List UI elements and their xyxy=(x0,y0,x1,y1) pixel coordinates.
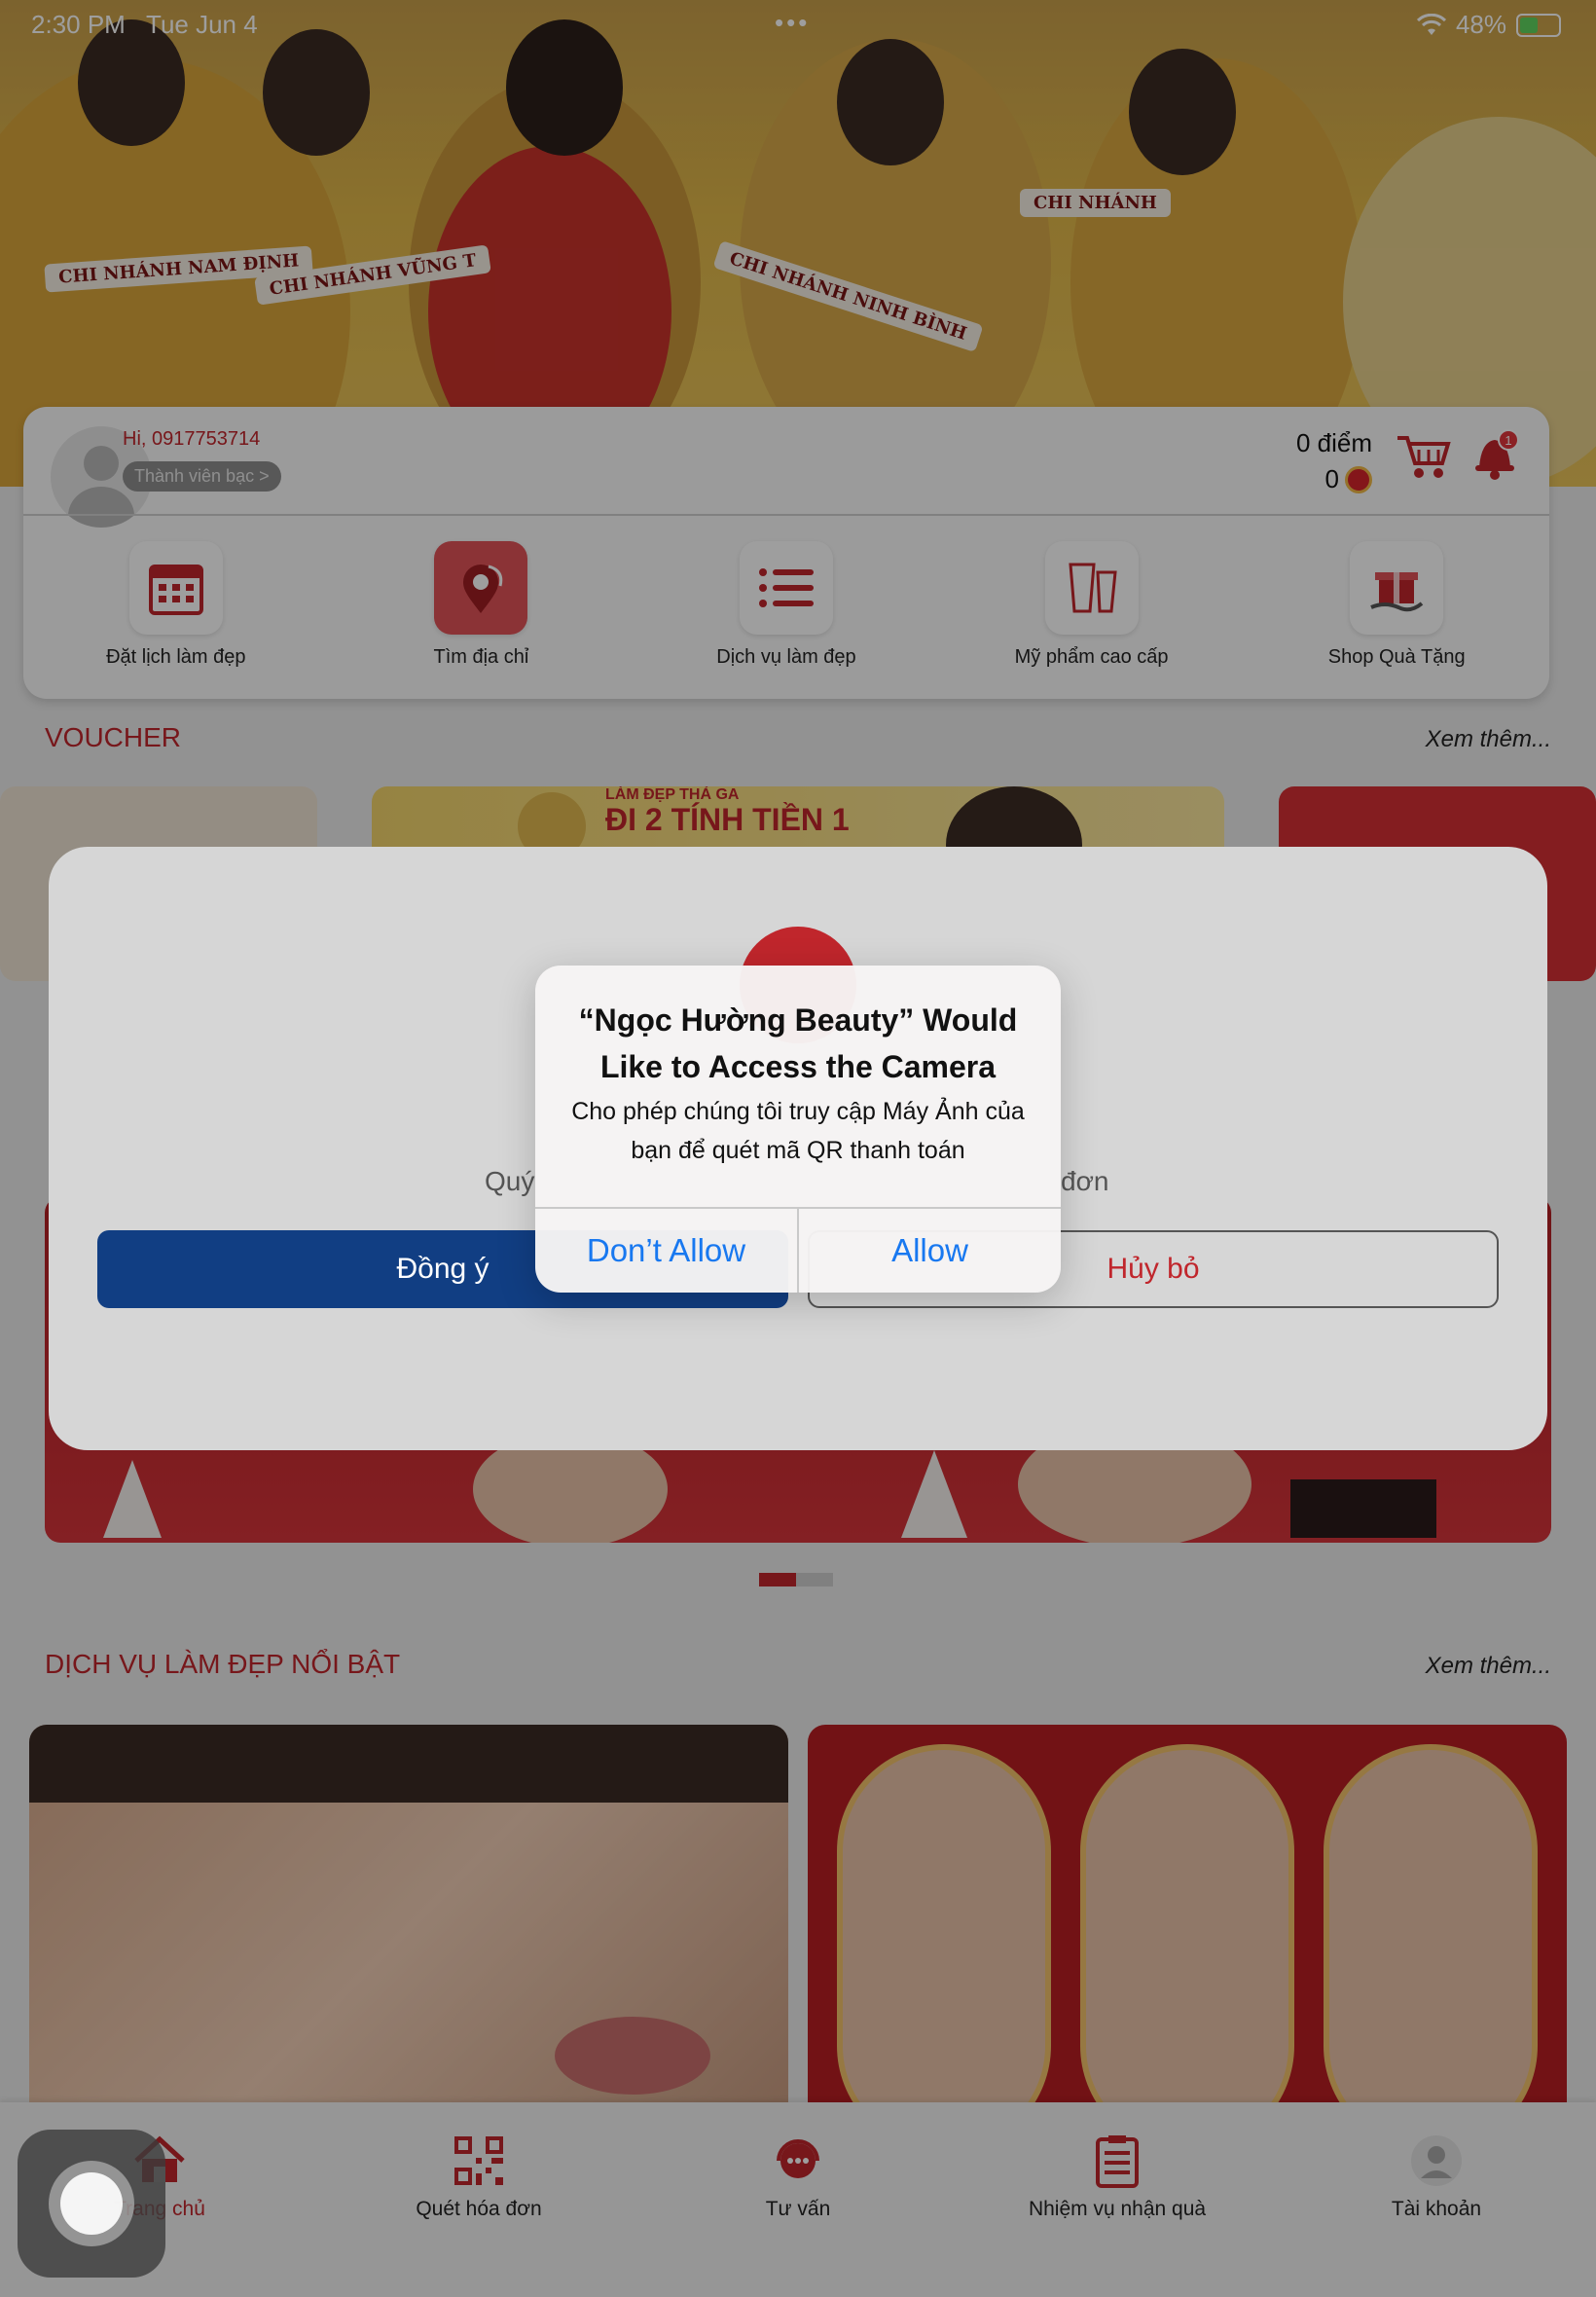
alert-message: Cho phép chúng tôi truy cập Máy Ảnh của … xyxy=(571,1098,1025,1164)
allow-button[interactable]: Allow xyxy=(797,1209,1061,1293)
assistive-touch-button[interactable] xyxy=(18,2130,165,2278)
assistive-touch-icon xyxy=(49,2161,134,2246)
alert-title: “Ngọc Hường Beauty” Would Like to Access… xyxy=(578,1003,1018,1084)
dialog-message-end: đơn xyxy=(1061,1166,1109,1196)
camera-permission-alert: “Ngọc Hường Beauty” Would Like to Access… xyxy=(535,966,1061,1293)
alert-button-row: Don’t Allow Allow xyxy=(535,1207,1061,1293)
dialog-message-start: Quý xyxy=(485,1166,535,1196)
dont-allow-button[interactable]: Don’t Allow xyxy=(535,1209,797,1293)
